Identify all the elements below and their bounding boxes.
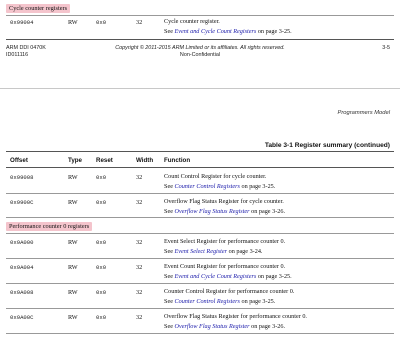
section-label-performance-counter-0: Performance counter 0 registers xyxy=(6,222,93,231)
column-header-offset: Offset xyxy=(10,157,28,164)
function-text: Overflow Flag Status Register for cycle … xyxy=(164,198,284,205)
reset-cell: 0x0 xyxy=(96,174,107,181)
page-ref: on page 3-26. xyxy=(249,322,285,330)
page-ref: on page 3-26. xyxy=(249,207,285,215)
width-cell: 32 xyxy=(136,19,143,26)
table-top-rule xyxy=(6,151,394,152)
divider xyxy=(6,15,394,16)
offset-cell: 0x99008 xyxy=(10,174,34,181)
copyright-text: Copyright © 2011-2015 ARM Limited or its… xyxy=(115,45,285,51)
function-cell: Counter Control Register for performance… xyxy=(164,287,294,306)
row-divider xyxy=(6,283,394,284)
function-text: Overflow Flag Status Register for perfor… xyxy=(164,313,307,320)
type-cell: RW xyxy=(68,289,78,296)
column-header-width: Width xyxy=(136,157,154,164)
width-cell: 32 xyxy=(136,314,143,321)
row-divider xyxy=(6,193,394,194)
page-ref: on page 3-25. xyxy=(239,297,276,305)
function-cell: Event Select Register for performance co… xyxy=(164,237,285,256)
width-cell: 32 xyxy=(136,289,143,296)
type-cell: RW xyxy=(68,314,78,321)
width-cell: 32 xyxy=(136,199,143,206)
offset-cell: 0x9900C xyxy=(10,199,34,206)
reset-cell: 0x0 xyxy=(96,19,107,26)
function-text: Count Control Register for cycle counter… xyxy=(164,173,267,180)
page-ref: on page 3-25. xyxy=(256,27,292,35)
offset-cell: 0x99004 xyxy=(10,19,34,26)
cross-reference-link[interactable]: Event and Cycle Count Registers xyxy=(174,28,256,35)
offset-cell: 0x9A000 xyxy=(10,239,34,246)
row-divider xyxy=(6,308,394,309)
offset-cell: 0x9A00C xyxy=(10,314,34,321)
function-cell: Event Count Register for performance cou… xyxy=(164,262,292,281)
see-text: See xyxy=(164,27,175,35)
reset-cell: 0x0 xyxy=(96,199,107,206)
confidentiality-label: Non-Confidential xyxy=(179,52,221,58)
section-label-cycle-counter: Cycle counter registers xyxy=(6,4,71,13)
cross-reference-link[interactable]: Event Select Register xyxy=(174,248,227,255)
function-text: Event Count Register for performance cou… xyxy=(164,263,286,270)
function-text: Cycle counter register. xyxy=(164,18,220,25)
type-cell: RW xyxy=(68,239,78,246)
row-divider xyxy=(6,217,394,218)
function-text: Event Select Register for performance co… xyxy=(164,238,286,245)
page-ref: on page 3-25. xyxy=(239,182,276,190)
offset-cell: 0x9A004 xyxy=(10,264,34,271)
page-number: 3-5 xyxy=(382,45,390,51)
column-header-reset: Reset xyxy=(96,157,113,164)
row-divider xyxy=(6,333,394,334)
see-text: See xyxy=(164,207,175,215)
width-cell: 32 xyxy=(136,174,143,181)
function-text: Counter Control Register for performance… xyxy=(164,288,295,295)
page-ref: on page 3-24. xyxy=(227,247,263,255)
cross-reference-link[interactable]: Event and Cycle Count Registers xyxy=(174,273,256,280)
see-text: See xyxy=(164,247,175,255)
type-cell: RW xyxy=(68,264,78,271)
width-cell: 32 xyxy=(136,264,143,271)
cross-reference-link[interactable]: Counter Control Registers xyxy=(174,298,239,305)
cross-reference-link[interactable]: Counter Control Registers xyxy=(174,183,239,190)
row-divider xyxy=(6,233,394,234)
function-cell: Cycle counter register. See Event and Cy… xyxy=(164,17,292,36)
reset-cell: 0x0 xyxy=(96,239,107,246)
table-bottom-rule xyxy=(6,39,394,40)
reset-cell: 0x0 xyxy=(96,289,107,296)
row-divider xyxy=(6,258,394,259)
see-text: See xyxy=(164,297,175,305)
type-cell: RW xyxy=(68,19,78,26)
see-text: See xyxy=(164,322,175,330)
reset-cell: 0x0 xyxy=(96,314,107,321)
function-cell: Overflow Flag Status Register for perfor… xyxy=(164,312,307,331)
see-text: See xyxy=(164,182,175,190)
function-cell: Count Control Register for cycle counter… xyxy=(164,172,275,191)
table-caption: Table 3-1 Register summary (continued) xyxy=(264,142,390,149)
page-separator xyxy=(0,88,400,89)
cross-reference-link[interactable]: Overflow Flag Status Register xyxy=(174,208,249,215)
reset-cell: 0x0 xyxy=(96,264,107,271)
header-rule xyxy=(6,167,394,168)
width-cell: 32 xyxy=(136,239,143,246)
column-header-type: Type xyxy=(68,157,82,164)
cross-reference-link[interactable]: Overflow Flag Status Register xyxy=(174,323,249,330)
offset-cell: 0x9A008 xyxy=(10,289,34,296)
type-cell: RW xyxy=(68,174,78,181)
page-ref: on page 3-25. xyxy=(256,272,292,280)
running-header: Programmers Model xyxy=(337,110,390,116)
see-text: See xyxy=(164,272,175,280)
function-cell: Overflow Flag Status Register for cycle … xyxy=(164,197,285,216)
type-cell: RW xyxy=(68,199,78,206)
column-header-function: Function xyxy=(164,157,191,164)
